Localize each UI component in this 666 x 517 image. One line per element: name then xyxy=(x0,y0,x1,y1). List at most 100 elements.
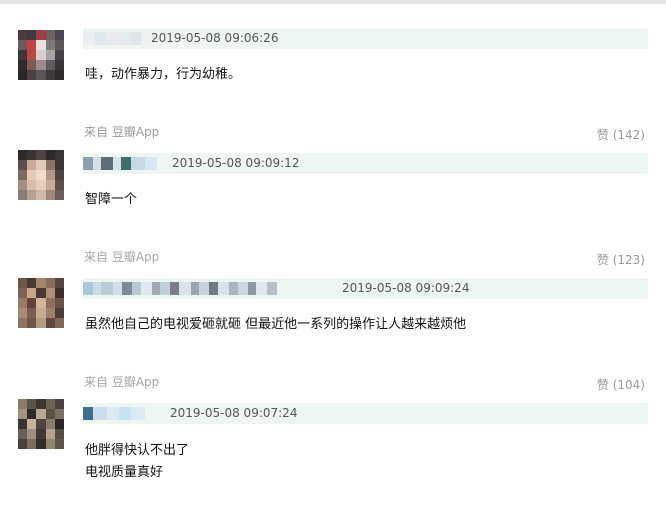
avatar-pixel xyxy=(54,308,64,318)
avatar-pixel xyxy=(36,150,46,160)
username-blur-block xyxy=(209,282,218,295)
avatar-pixel xyxy=(27,308,37,318)
username-link[interactable] xyxy=(83,282,277,295)
avatar-pixel xyxy=(45,190,55,200)
username-blur-block xyxy=(93,157,101,170)
avatar-pixel xyxy=(27,60,37,70)
avatar-pixel xyxy=(27,399,37,409)
avatar-pixel xyxy=(54,399,64,409)
avatar-pixel xyxy=(54,60,64,70)
avatar-pixel xyxy=(27,50,37,60)
avatar-pixel xyxy=(54,170,64,180)
avatar-pixel xyxy=(27,190,37,200)
avatar-pixel xyxy=(45,40,55,50)
avatar-pixel xyxy=(27,30,37,40)
avatar-pixel xyxy=(45,30,55,40)
username-blur-block xyxy=(93,407,107,420)
avatar[interactable] xyxy=(18,30,64,80)
username-blur-block xyxy=(83,407,93,420)
avatar-pixel xyxy=(18,60,28,70)
avatar-pixel xyxy=(45,419,55,429)
comment-line: 虽然他自己的电视爱砸就砸 但最近他一系列的操作让人越来越烦他 xyxy=(85,317,467,332)
username-blur-block xyxy=(248,282,256,295)
avatar-pixel xyxy=(27,180,37,190)
username-link[interactable] xyxy=(83,407,145,420)
username-blur-block xyxy=(141,282,152,295)
avatar-pixel xyxy=(18,409,28,419)
avatar-pixel xyxy=(36,190,46,200)
username-blur-block xyxy=(160,282,170,295)
avatar-pixel xyxy=(27,288,37,298)
vote-button[interactable]: 赞 (104) xyxy=(597,377,645,393)
avatar-pixel xyxy=(36,40,46,50)
avatar-pixel xyxy=(27,70,37,80)
avatar-pixel xyxy=(18,40,28,50)
avatar-pixel xyxy=(18,190,28,200)
username-blur-block xyxy=(267,282,277,295)
comment-text: 他胖得快认不出了 电视质量真好 xyxy=(85,440,189,484)
avatar-pixel xyxy=(18,278,28,288)
comment-text: 哇，动作暴力，行为幼稚。 xyxy=(85,64,241,86)
avatar-pixel xyxy=(36,288,46,298)
username-link[interactable] xyxy=(83,157,157,170)
vote-button[interactable]: 赞 (142) xyxy=(597,127,645,143)
comment-line: 他胖得快认不出了 xyxy=(85,443,190,458)
username-link[interactable] xyxy=(83,32,154,45)
vote-button[interactable]: 赞 (123) xyxy=(597,252,645,268)
avatar[interactable] xyxy=(18,278,64,328)
username-blur-block xyxy=(229,282,238,295)
username-blur-block xyxy=(238,282,248,295)
avatar-pixel xyxy=(27,429,37,439)
avatar-pixel xyxy=(45,439,55,449)
comment-text: 智障一个 xyxy=(85,189,137,211)
top-divider xyxy=(0,0,666,4)
avatar-pixel xyxy=(36,419,46,429)
avatar[interactable] xyxy=(18,150,64,200)
avatar-pixel xyxy=(36,439,46,449)
username-blur-block xyxy=(256,282,267,295)
avatar-pixel xyxy=(36,399,46,409)
avatar[interactable] xyxy=(18,399,64,449)
avatar-pixel xyxy=(36,170,46,180)
avatar-pixel xyxy=(27,150,37,160)
comment-time: 2019-05-08 09:09:24 xyxy=(342,281,470,295)
username-blur-block xyxy=(93,282,101,295)
username-blur-block xyxy=(145,157,157,170)
avatar-pixel xyxy=(54,180,64,190)
avatar-pixel xyxy=(36,70,46,80)
avatar-pixel xyxy=(45,180,55,190)
comment-source: 来自 豆瓣App xyxy=(84,125,160,139)
username-blur-block xyxy=(218,282,229,295)
username-blur-block xyxy=(107,407,119,420)
avatar-pixel xyxy=(18,308,28,318)
username-blur-block xyxy=(101,157,113,170)
avatar-pixel xyxy=(18,288,28,298)
avatar-pixel xyxy=(36,50,46,60)
avatar-pixel xyxy=(54,50,64,60)
avatar-pixel xyxy=(54,160,64,170)
avatar-pixel xyxy=(45,308,55,318)
comment-header: 2019-05-08 09:09:24 xyxy=(83,278,648,299)
comment-line: 电视质量真好 xyxy=(85,465,164,480)
avatar-pixel xyxy=(45,50,55,60)
avatar-pixel xyxy=(18,50,28,60)
avatar-pixel xyxy=(36,30,46,40)
username-blur-block xyxy=(132,282,141,295)
comment-time: 2019-05-08 09:06:26 xyxy=(151,31,279,45)
avatar-pixel xyxy=(18,70,28,80)
avatar-pixel xyxy=(54,318,64,328)
avatar-pixel xyxy=(45,409,55,419)
avatar-pixel xyxy=(27,318,37,328)
avatar-pixel xyxy=(36,180,46,190)
username-blur-block xyxy=(122,282,132,295)
avatar-pixel xyxy=(36,429,46,439)
avatar-pixel xyxy=(18,30,28,40)
comment-text: 虽然他自己的电视爱砸就砸 但最近他一系列的操作让人越来越烦他 xyxy=(85,314,466,336)
avatar-pixel xyxy=(18,399,28,409)
avatar-pixel xyxy=(18,429,28,439)
comment-header: 2019-05-08 09:06:26 xyxy=(83,28,648,49)
avatar-pixel xyxy=(27,170,37,180)
avatar-pixel xyxy=(18,318,28,328)
username-blur-block xyxy=(83,157,93,170)
avatar-pixel xyxy=(18,298,28,308)
